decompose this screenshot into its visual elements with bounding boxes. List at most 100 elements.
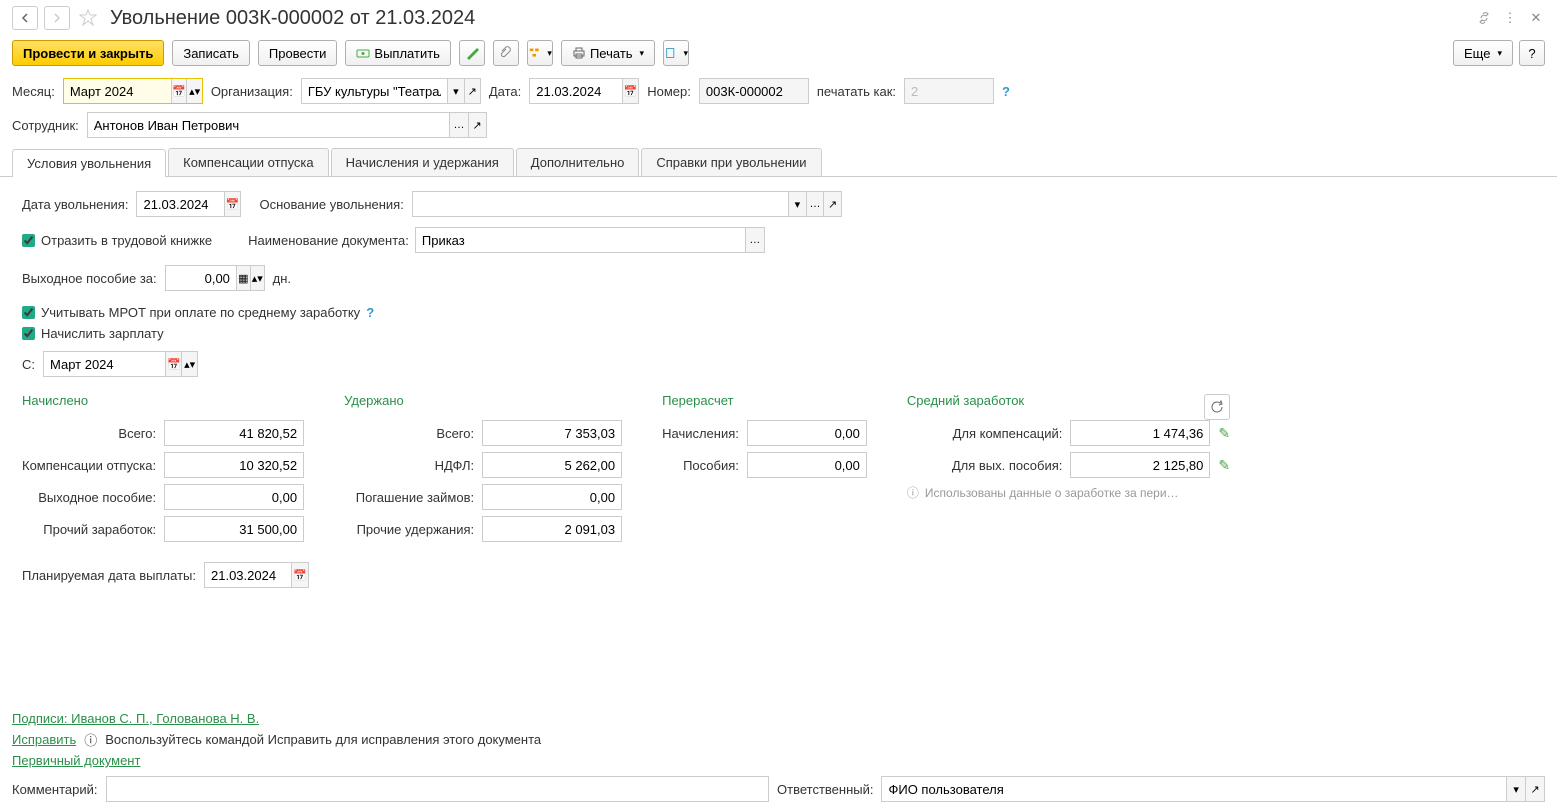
for-comp-input[interactable]: [1071, 426, 1209, 441]
responsible-input[interactable]: [882, 782, 1506, 797]
menu-dots-icon[interactable]: ⋮: [1501, 9, 1519, 27]
month-input[interactable]: [64, 84, 171, 99]
create-based-on-button[interactable]: [459, 40, 485, 66]
severance-input[interactable]: [166, 271, 236, 286]
tab-accruals[interactable]: Начисления и удержания: [331, 148, 514, 176]
calendar-icon[interactable]: 📅: [291, 563, 308, 587]
print-as-input[interactable]: [905, 84, 993, 99]
for-sev-input[interactable]: [1071, 458, 1209, 473]
signatures-link[interactable]: Подписи: Иванов С. П., Голованова Н. В.: [12, 711, 259, 726]
dropdown-icon[interactable]: ▾: [447, 79, 463, 103]
benefits-input[interactable]: [748, 458, 866, 473]
month-field[interactable]: 📅 ▴▾: [63, 78, 203, 104]
structure-button[interactable]: [527, 40, 553, 66]
employee-input[interactable]: [88, 118, 450, 133]
withheld-total-field[interactable]: [482, 420, 622, 446]
from-input[interactable]: [44, 357, 165, 372]
reflect-checkbox[interactable]: [22, 234, 35, 247]
accrued-total-input[interactable]: [165, 426, 303, 441]
benefits-field[interactable]: [747, 452, 867, 478]
tab-additional[interactable]: Дополнительно: [516, 148, 640, 176]
ndfl-input[interactable]: [483, 458, 621, 473]
other-withheld-field[interactable]: [482, 516, 622, 542]
loan-field[interactable]: [482, 484, 622, 510]
open-icon[interactable]: ↗: [1525, 777, 1544, 801]
save-button[interactable]: Записать: [172, 40, 250, 66]
close-icon[interactable]: ✕: [1527, 9, 1545, 27]
reason-field[interactable]: ▾ … ↗: [412, 191, 842, 217]
stepper-icon[interactable]: ▴▾: [186, 79, 201, 103]
other-withheld-input[interactable]: [483, 522, 621, 537]
mrot-checkbox[interactable]: [22, 306, 35, 319]
nav-back-button[interactable]: [12, 6, 38, 30]
for-sev-field[interactable]: [1070, 452, 1210, 478]
doc-name-field[interactable]: …: [415, 227, 765, 253]
open-icon[interactable]: ↗: [464, 79, 480, 103]
select-icon[interactable]: …: [449, 113, 467, 137]
tab-certificates[interactable]: Справки при увольнении: [641, 148, 821, 176]
primary-doc-link[interactable]: Первичный документ: [12, 753, 140, 768]
severance-field[interactable]: ▦ ▴▾: [165, 265, 265, 291]
tab-compensation[interactable]: Компенсации отпуска: [168, 148, 329, 176]
calendar-icon[interactable]: 📅: [224, 192, 241, 216]
severance-pay-input[interactable]: [165, 490, 303, 505]
dropdown-icon[interactable]: ▾: [788, 192, 806, 216]
edit-pencil-icon[interactable]: ✎: [1218, 457, 1230, 474]
severance-pay-field[interactable]: [164, 484, 304, 510]
accrued-total-field[interactable]: [164, 420, 304, 446]
accruals-input[interactable]: [748, 426, 866, 441]
stepper-icon[interactable]: ▴▾: [181, 352, 197, 376]
tab-conditions[interactable]: Условия увольнения: [12, 149, 166, 177]
comment-input[interactable]: [107, 782, 769, 797]
from-field[interactable]: 📅 ▴▾: [43, 351, 198, 377]
vacation-comp-field[interactable]: [164, 452, 304, 478]
for-comp-field[interactable]: [1070, 420, 1210, 446]
calendar-icon[interactable]: 📅: [165, 352, 181, 376]
reason-input[interactable]: [413, 197, 788, 212]
calendar-icon[interactable]: 📅: [622, 79, 639, 103]
vacation-comp-input[interactable]: [165, 458, 303, 473]
pay-button[interactable]: Выплатить: [345, 40, 451, 66]
reports-button[interactable]: [663, 40, 689, 66]
post-and-close-button[interactable]: Провести и закрыть: [12, 40, 164, 66]
print-button[interactable]: Печать: [561, 40, 655, 66]
dismissal-date-field[interactable]: 📅: [136, 191, 241, 217]
other-income-input[interactable]: [165, 522, 303, 537]
employee-field[interactable]: … ↗: [87, 112, 487, 138]
refresh-button[interactable]: [1204, 394, 1230, 420]
accrue-checkbox[interactable]: [22, 327, 35, 340]
loan-input[interactable]: [483, 490, 621, 505]
select-icon[interactable]: …: [806, 192, 824, 216]
edit-pencil-icon[interactable]: ✎: [1218, 425, 1230, 442]
fix-link[interactable]: Исправить: [12, 732, 76, 747]
org-field[interactable]: ▾ ↗: [301, 78, 481, 104]
favorite-star-icon[interactable]: [76, 6, 100, 30]
withheld-total-input[interactable]: [483, 426, 621, 441]
ndfl-field[interactable]: [482, 452, 622, 478]
attach-button[interactable]: [493, 40, 519, 66]
post-button[interactable]: Провести: [258, 40, 338, 66]
calc-icon[interactable]: ▦: [236, 266, 250, 290]
open-icon[interactable]: ↗: [468, 113, 486, 137]
help-button[interactable]: ?: [1519, 40, 1545, 66]
doc-name-input[interactable]: [416, 233, 745, 248]
link-icon[interactable]: [1475, 9, 1493, 27]
help-icon[interactable]: ?: [366, 305, 374, 320]
date-input[interactable]: [530, 84, 621, 99]
print-as-field[interactable]: [904, 78, 994, 104]
calendar-icon[interactable]: 📅: [171, 79, 186, 103]
more-button[interactable]: Еще: [1453, 40, 1513, 66]
dismissal-date-input[interactable]: [137, 197, 223, 212]
other-income-field[interactable]: [164, 516, 304, 542]
nav-forward-button[interactable]: [44, 6, 70, 30]
org-input[interactable]: [302, 84, 447, 99]
stepper-icon[interactable]: ▴▾: [250, 266, 264, 290]
responsible-field[interactable]: ▾ ↗: [881, 776, 1545, 802]
help-icon[interactable]: ?: [1002, 84, 1010, 99]
planned-date-field[interactable]: 📅: [204, 562, 309, 588]
dropdown-icon[interactable]: ▾: [1506, 777, 1525, 801]
planned-date-input[interactable]: [205, 568, 291, 583]
select-icon[interactable]: …: [745, 228, 764, 252]
comment-field[interactable]: [106, 776, 770, 802]
date-field[interactable]: 📅: [529, 78, 639, 104]
